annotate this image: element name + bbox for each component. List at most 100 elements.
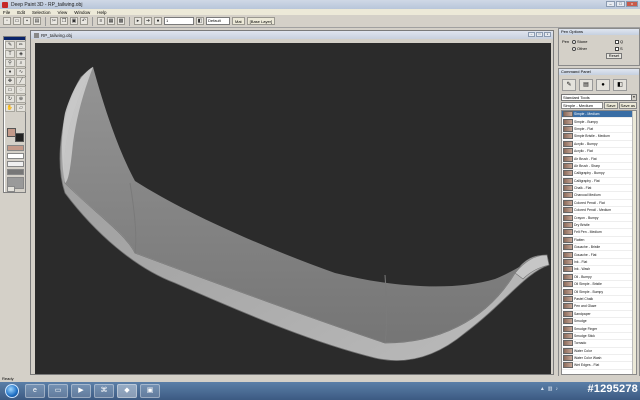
doc-minimize-button[interactable]: – xyxy=(528,32,535,37)
radio-other[interactable] xyxy=(572,46,576,51)
brush-list-item[interactable]: Sandpaper xyxy=(562,310,636,318)
checkbox-s[interactable] xyxy=(615,46,619,51)
view-mode-icon[interactable] xyxy=(7,186,15,192)
layers-icon[interactable]: ≡ xyxy=(97,17,105,25)
play-icon[interactable]: ▸ xyxy=(134,17,142,25)
menu-window[interactable]: Window xyxy=(74,10,90,15)
taskbar-photo-icon[interactable]: ▣ xyxy=(140,384,160,398)
secondary-color-swatch[interactable] xyxy=(15,133,24,142)
brush-list-item[interactable]: Air Brush - Sharp xyxy=(562,162,636,171)
materials-tab-icon[interactable]: ▤ xyxy=(579,78,593,91)
print-icon[interactable]: ▤ xyxy=(33,17,41,25)
cut-icon[interactable]: ✂ xyxy=(50,17,58,25)
save-preset-button[interactable]: Save xyxy=(604,102,618,109)
pen-option-other[interactable]: Other xyxy=(572,46,587,51)
layer-label[interactable]: [Base Layer] xyxy=(246,17,276,25)
reset-button[interactable]: Reset xyxy=(606,53,622,59)
brush-list-item[interactable]: Water Color xyxy=(562,347,636,355)
checkbox-q[interactable] xyxy=(615,39,619,44)
brush-list-item[interactable]: Acrylic - Flat xyxy=(562,148,636,156)
menu-edit[interactable]: Edit xyxy=(17,10,25,15)
copy-icon[interactable]: ❐ xyxy=(60,17,68,25)
doc-close-button[interactable]: x xyxy=(544,32,551,37)
brush-list-item[interactable]: Calligraphy - Flat xyxy=(562,177,636,185)
zoom-tool-icon[interactable]: ⌕ xyxy=(16,59,26,67)
tray-arrow-icon[interactable]: ▲ xyxy=(540,386,545,392)
stamp-tool-icon[interactable]: ⚲ xyxy=(5,59,15,67)
pen-check-q[interactable]: Q xyxy=(615,39,623,44)
tool-category-select[interactable]: Standard Tools ▼ xyxy=(561,94,637,101)
menu-help[interactable]: Help xyxy=(97,10,106,15)
brush-list-item[interactable]: Tornado xyxy=(562,340,636,348)
brush-tool-icon[interactable]: ✎ xyxy=(5,41,15,49)
brush-preview-icon[interactable]: ● xyxy=(154,17,162,25)
move-tool-icon[interactable]: ✥ xyxy=(5,77,15,85)
brush-list[interactable]: Simple - Medium Simple - Bumpy Simple - Fl… xyxy=(561,110,637,375)
brush-list-item[interactable]: Simple - Bumpy xyxy=(562,118,636,126)
taskbar-explorer-icon[interactable]: ▭ xyxy=(48,384,68,398)
maximize-button[interactable]: □ xyxy=(616,1,625,7)
rect-select-icon[interactable]: ▭ xyxy=(5,86,15,94)
sphere-tab-icon[interactable]: ● xyxy=(596,78,610,91)
paint-tab-icon[interactable]: ✎ xyxy=(562,78,576,91)
eraser-tool-icon[interactable]: ▱ xyxy=(16,104,26,112)
brush-list-item[interactable]: Gouache - Flat xyxy=(562,251,636,259)
brush-list-item[interactable]: Smudge xyxy=(562,318,636,326)
brush-list-item[interactable]: Acrylic - Bumpy xyxy=(562,140,636,148)
texture-chip[interactable] xyxy=(7,169,24,175)
save-as-preset-button[interactable]: Save as xyxy=(618,102,637,109)
new-file-icon[interactable]: ▫ xyxy=(3,17,11,25)
color-chip[interactable] xyxy=(7,145,24,151)
brush-list-item[interactable]: Pen and Glaze xyxy=(562,303,636,311)
taskbar-media-icon[interactable]: ▶ xyxy=(71,384,91,398)
brush-list-item[interactable]: Colored Pencil - Medium xyxy=(562,207,636,215)
brush-list-item[interactable]: Oil Simple - Bumpy xyxy=(562,288,636,296)
minimize-button[interactable]: – xyxy=(606,1,615,7)
undo-icon[interactable]: ↶ xyxy=(80,17,88,25)
paint-icon[interactable]: ◧ xyxy=(196,17,204,25)
brush-list-item[interactable]: Dry Bristle xyxy=(562,222,636,230)
brush-list-item[interactable]: Simple - Medium xyxy=(562,111,636,119)
materials-icon[interactable]: ▦ xyxy=(107,17,115,25)
smudge-tool-icon[interactable]: ∿ xyxy=(16,68,26,76)
brush-list-item[interactable]: Crayon - Bumpy xyxy=(562,214,636,222)
tailwing-model[interactable] xyxy=(35,43,551,374)
fill-tool-icon[interactable]: ◈ xyxy=(16,50,26,58)
brush-list-item[interactable]: Pastel Chalk xyxy=(562,295,636,304)
channel-select[interactable]: Default xyxy=(206,17,230,25)
save-icon[interactable]: ▪ xyxy=(23,17,31,25)
taskbar-browser-icon[interactable]: e xyxy=(25,384,45,398)
material-button[interactable]: Mat xyxy=(232,17,245,25)
pencil-tool-icon[interactable]: ✏ xyxy=(16,41,26,49)
menu-view[interactable]: View xyxy=(58,10,68,15)
color-chip[interactable] xyxy=(7,161,24,167)
preset-select[interactable]: Simple - Medium xyxy=(561,102,604,109)
brush-list-item[interactable]: Oil - Bumpy xyxy=(562,273,636,281)
brush-list-item[interactable]: Water Color Wash xyxy=(562,355,636,363)
brush-list-item[interactable]: Ink - Flat xyxy=(562,259,636,267)
brush-list-item[interactable]: Chalk - Flat xyxy=(562,185,636,193)
tray-volume-icon[interactable]: ♪ xyxy=(556,386,559,392)
hand-tool-icon[interactable]: ✋ xyxy=(5,104,15,112)
start-button[interactable] xyxy=(5,384,19,398)
brush-list-item[interactable]: Simple - Flat xyxy=(562,125,636,134)
grid-icon[interactable]: ▩ xyxy=(117,17,125,25)
paste-icon[interactable]: ▣ xyxy=(70,17,78,25)
pen-option-stone[interactable]: Stone xyxy=(572,39,587,44)
dropper-tool-icon[interactable]: ♦ xyxy=(5,68,15,76)
forward-icon[interactable]: ➜ xyxy=(144,17,152,25)
taskbar-network-icon[interactable]: ⌘ xyxy=(94,384,114,398)
brush-list-item[interactable]: Charcoal Medium xyxy=(562,192,636,200)
zoom-input[interactable]: 1 xyxy=(164,17,194,25)
menu-file[interactable]: File xyxy=(3,10,10,15)
brush-list-scrollbar[interactable] xyxy=(632,111,636,374)
brush-list-item[interactable]: Ink - Wash xyxy=(562,266,636,274)
brush-list-item[interactable]: Smudge Finger xyxy=(562,325,636,333)
layers-tab-icon[interactable]: ◧ xyxy=(613,78,627,91)
rotate-tool-icon[interactable]: ↻ xyxy=(5,95,15,103)
color-chip[interactable] xyxy=(7,153,24,159)
brush-list-item[interactable]: Colored Pencil - Flat xyxy=(562,199,636,208)
close-button[interactable]: x xyxy=(626,1,638,7)
open-file-icon[interactable]: ▭ xyxy=(13,17,21,25)
tray-network-icon[interactable]: ▥ xyxy=(548,386,553,392)
